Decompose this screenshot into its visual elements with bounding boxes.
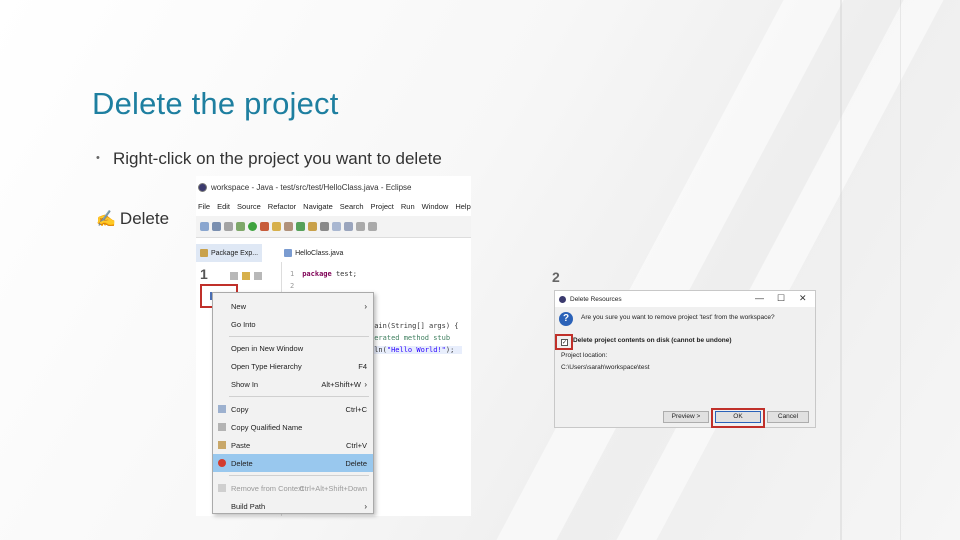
project-location-value: C:\Users\sarah\workspace\test xyxy=(561,364,650,371)
menu-item-go-into[interactable]: Go Into xyxy=(213,315,373,333)
menu-item-copy-qualified-name[interactable]: Copy Qualified Name xyxy=(213,418,373,436)
close-icon[interactable]: ✕ xyxy=(799,293,807,304)
java-file-icon xyxy=(284,249,293,257)
slide-title: Delete the project xyxy=(92,86,339,121)
delete-resources-dialog: Delete Resources — ☐ ✕ ? Are you sure yo… xyxy=(554,290,816,428)
checkbox-icon[interactable]: ✓ xyxy=(561,339,568,346)
step-number-2: 2 xyxy=(552,269,560,285)
code-line: main(String[] args) { xyxy=(370,322,459,330)
menu-file[interactable]: File xyxy=(198,202,210,211)
menu-refactor[interactable]: Refactor xyxy=(268,202,296,211)
menu-item-open-type-hierarchy[interactable]: Open Type Hierarchy F4 xyxy=(213,357,373,375)
menu-source[interactable]: Source xyxy=(237,202,261,211)
tab-helloclass-java[interactable]: HelloClass.java xyxy=(280,244,347,262)
menu-search[interactable]: Search xyxy=(340,202,364,211)
tab-helloclass-label: HelloClass.java xyxy=(295,249,344,257)
dialog-titlebar: Delete Resources — ☐ ✕ xyxy=(555,291,815,307)
external-tools-icon[interactable] xyxy=(260,222,269,231)
background-line xyxy=(840,0,842,540)
cancel-button[interactable]: Cancel xyxy=(767,411,809,423)
code-line: 1 package test; xyxy=(290,270,358,278)
bullet-right-click: • Right-click on the project you want to… xyxy=(96,148,446,169)
menu-navigate[interactable]: Navigate xyxy=(303,202,333,211)
new-class-icon[interactable] xyxy=(296,222,305,231)
debug-icon[interactable] xyxy=(236,222,245,231)
tab-package-explorer-label: Package Exp... xyxy=(211,249,259,257)
code-line: 2 xyxy=(290,282,295,290)
run-icon[interactable] xyxy=(248,222,257,231)
menu-separator xyxy=(229,475,369,476)
pointing-hand-icon: ✍ xyxy=(96,211,116,228)
back-icon[interactable] xyxy=(356,222,365,231)
bullet-dot: • xyxy=(96,152,100,164)
tab-package-explorer[interactable]: Package Exp... xyxy=(196,244,263,262)
bullet-text: Right-click on the project you want to d… xyxy=(113,149,442,168)
chevron-right-icon: › xyxy=(364,379,367,389)
bullet-delete-text: Delete xyxy=(119,209,170,228)
toggle-mark-icon[interactable] xyxy=(332,222,341,231)
remove-from-context-icon xyxy=(218,484,226,492)
copy-qualified-name-icon xyxy=(218,423,226,431)
new-package-icon[interactable] xyxy=(284,222,293,231)
menu-help[interactable]: Help xyxy=(455,202,470,211)
menu-item-show-in[interactable]: Show In Alt+Shift+W › xyxy=(213,375,373,393)
preview-button[interactable]: Preview > xyxy=(663,411,709,423)
print-icon[interactable] xyxy=(224,222,233,231)
eclipse-titlebar: workspace - Java - test/src/test/HelloCl… xyxy=(198,180,412,194)
eclipse-toolbar xyxy=(196,216,471,238)
menu-window[interactable]: Window xyxy=(422,202,449,211)
menu-item-new[interactable]: New › xyxy=(213,297,373,315)
question-icon: ? xyxy=(559,312,573,326)
dialog-question: Are you sure you want to remove project … xyxy=(581,314,775,321)
maximize-icon[interactable]: ☐ xyxy=(777,293,785,304)
menu-item-open-new-window[interactable]: Open in New Window xyxy=(213,339,373,357)
open-type-icon[interactable] xyxy=(308,222,317,231)
chevron-right-icon: › xyxy=(364,301,367,311)
step-number-1: 1 xyxy=(200,266,208,282)
new-java-project-icon[interactable] xyxy=(272,222,281,231)
search-icon[interactable] xyxy=(320,222,329,231)
ok-button[interactable]: OK xyxy=(715,411,761,423)
eclipse-logo-icon xyxy=(559,295,566,303)
collapse-all-icon[interactable] xyxy=(230,272,238,280)
code-line: tln("Hello World!"); xyxy=(370,346,462,354)
view-toolbar xyxy=(230,272,262,280)
background-line xyxy=(900,0,901,540)
eclipse-window-title: workspace - Java - test/src/test/HelloCl… xyxy=(211,182,412,192)
menu-separator xyxy=(229,336,369,337)
code-line: nerated method stub xyxy=(370,334,451,342)
new-file-icon[interactable] xyxy=(200,222,209,231)
project-location-label: Project location: xyxy=(561,352,608,359)
eclipse-logo-icon xyxy=(198,182,207,192)
menu-item-copy[interactable]: Copy Ctrl+C xyxy=(213,400,373,418)
minimize-icon[interactable]: — xyxy=(755,293,764,303)
next-annotation-icon[interactable] xyxy=(344,222,353,231)
dialog-title: Delete Resources xyxy=(570,295,622,303)
context-menu: New › Go Into Open in New Window Open Ty… xyxy=(212,292,374,514)
forward-icon[interactable] xyxy=(368,222,377,231)
bullet-delete: ✍ Delete xyxy=(96,209,169,229)
menu-item-delete[interactable]: Delete Delete xyxy=(213,454,373,472)
menu-item-build-path[interactable]: Build Path › xyxy=(213,497,373,515)
delete-icon xyxy=(218,459,226,467)
menu-project[interactable]: Project xyxy=(371,202,394,211)
delete-contents-label: Delete project contents on disk (cannot … xyxy=(573,337,732,344)
paste-icon xyxy=(218,441,226,449)
chevron-right-icon: › xyxy=(364,501,367,511)
save-icon[interactable] xyxy=(212,222,221,231)
copy-icon xyxy=(218,405,226,413)
menu-item-paste[interactable]: Paste Ctrl+V xyxy=(213,436,373,454)
package-explorer-icon xyxy=(200,249,208,257)
menu-edit[interactable]: Edit xyxy=(217,202,230,211)
delete-contents-checkbox-highlight[interactable]: ✓ xyxy=(555,334,573,350)
menu-item-remove-from-context[interactable]: Remove from Context Ctrl+Alt+Shift+Down xyxy=(213,479,373,497)
menu-run[interactable]: Run xyxy=(401,202,415,211)
eclipse-menubar: File Edit Source Refactor Navigate Searc… xyxy=(198,202,471,211)
eclipse-view-tabs: Package Exp... HelloClass.java xyxy=(196,244,471,262)
view-menu-icon[interactable] xyxy=(254,272,262,280)
menu-separator xyxy=(229,396,369,397)
link-editor-icon[interactable] xyxy=(242,272,250,280)
